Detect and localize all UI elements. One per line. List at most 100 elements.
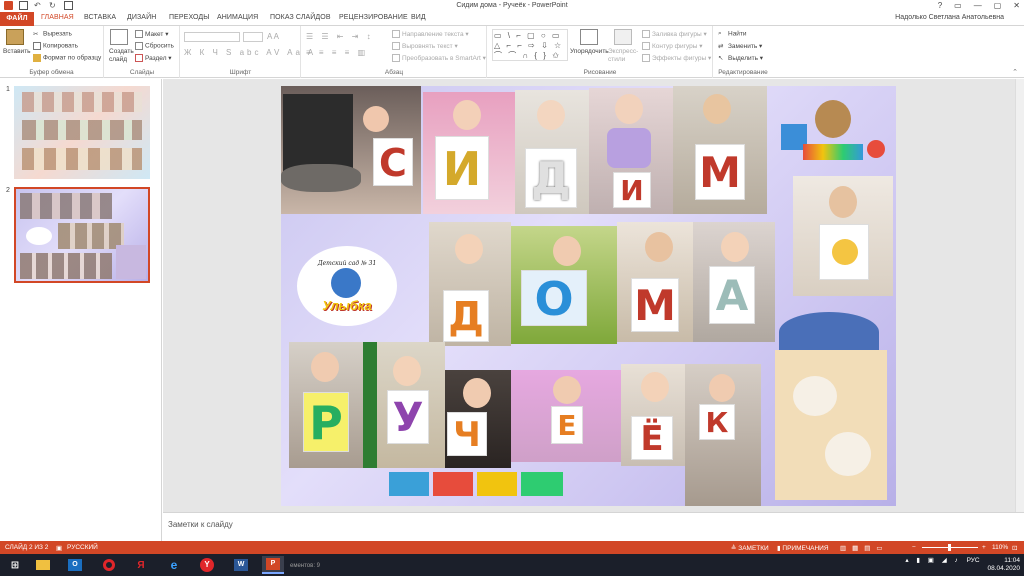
shape-effects-label: Эффекты фигуры [652, 55, 707, 62]
tab-design[interactable]: ДИЗАЙН [127, 14, 156, 21]
tab-slideshow[interactable]: ПОКАЗ СЛАЙДОВ [270, 14, 331, 21]
thumbnail-number-1: 1 [6, 86, 10, 93]
zoom-in-button[interactable]: + [982, 544, 986, 551]
photo-kid-6 [793, 176, 893, 296]
cut-button[interactable]: ✂ Вырезать [33, 30, 72, 38]
layout-label: Макет [145, 31, 164, 38]
shape-fill-button[interactable]: Заливка фигуры ▾ [642, 30, 707, 39]
tab-insert[interactable]: ВСТАВКА [84, 14, 116, 21]
select-button[interactable]: ↖ Выделить ▾ [718, 54, 763, 62]
font-size-select[interactable] [243, 32, 263, 42]
notes-placeholder[interactable]: Заметки к слайду [168, 520, 233, 529]
group-label-editing: Редактирование [718, 69, 768, 76]
tab-animation[interactable]: АНИМАЦИЯ [217, 14, 258, 21]
yandex-browser-icon[interactable]: Я [130, 556, 152, 574]
slide-canvas[interactable]: С И Д И М Детский сад № 31 Улыбка Д О М … [281, 86, 896, 506]
photo-kid-8: О [511, 226, 617, 344]
internet-explorer-icon[interactable]: e [163, 556, 185, 574]
quick-styles-button[interactable]: Экспресс-стили [608, 48, 638, 64]
notes-pane[interactable]: Заметки к слайду [163, 512, 1024, 541]
find-label: Найти [728, 30, 747, 38]
close-button[interactable]: ✕ [1013, 1, 1020, 10]
paste-button[interactable]: Вставить [3, 48, 31, 55]
format-painter-button[interactable]: Формат по образцу [33, 54, 101, 62]
tab-file[interactable]: ФАЙЛ [0, 12, 34, 26]
user-name[interactable]: Надолько Светлана Анатольевна [895, 14, 1004, 21]
window-controls: ? ▭ — ▢ ✕ [938, 1, 1020, 10]
replace-icon: ⇄ [718, 43, 724, 51]
notes-toggle-button[interactable]: ≜ ЗАМЕТКИ [731, 544, 769, 552]
tray-icons[interactable]: ▴ ▮ ▣ ◢ ♪ [905, 557, 960, 564]
file-explorer-icon[interactable] [32, 556, 54, 574]
start-button[interactable]: ⊞ [4, 556, 26, 574]
find-button[interactable]: ⌕ Найти [718, 30, 747, 38]
opera-icon[interactable] [98, 556, 120, 574]
replace-button[interactable]: ⇄ Заменить ▾ [718, 42, 762, 50]
tab-view[interactable]: ВИД [411, 14, 426, 21]
letter-card: К [699, 404, 735, 440]
letter-card: М [631, 278, 679, 332]
shape-effects-button[interactable]: Эффекты фигуры ▾ [642, 54, 711, 63]
clock-date[interactable]: 08.04.2020 [987, 565, 1020, 573]
powerpoint-taskbar-icon[interactable]: P [262, 556, 284, 574]
slide-thumbnail-1[interactable] [14, 86, 150, 179]
logo-caption: Детский сад № 31 [317, 260, 377, 267]
zoom-out-button[interactable]: − [912, 544, 916, 551]
copy-button[interactable]: Копировать [33, 42, 78, 50]
search-icon: ⌕ [718, 30, 722, 37]
ribbon-display-options-button[interactable]: ▭ [954, 1, 962, 10]
shapes-gallery[interactable]: ▭ \ ⌐ ▢ ○ ▭ △ ⌐ ⌐ ⇨ ⇩ ☆ ⌒ ⌒ ∩ { } ✩ [492, 29, 568, 61]
group-label-paragraph: Абзац [384, 69, 404, 76]
letter-card: Р [303, 392, 349, 452]
photo-kid-16: К [685, 364, 761, 506]
collapse-ribbon-icon[interactable]: ⌃ [1012, 68, 1018, 76]
letter-card: И [613, 172, 651, 208]
section-button[interactable]: Раздел ▾ [135, 54, 172, 63]
language-indicator[interactable]: РУССКИЙ [67, 544, 98, 551]
help-button[interactable]: ? [938, 1, 942, 10]
keyboard-language[interactable]: РУС [967, 557, 980, 564]
maximize-button[interactable]: ▢ [994, 1, 1002, 10]
bunny-house-illustration [765, 306, 895, 506]
slide-thumbnail-2[interactable] [14, 187, 150, 283]
hidden-status-text: ементов: 9 [290, 563, 320, 569]
list-icons[interactable]: ☰ ☰ ⇤ ⇥ ↕ [306, 32, 374, 41]
view-switcher[interactable]: ▥▦▤▭ [840, 544, 889, 552]
smartart-button[interactable]: Преобразовать в SmartArt ▾ [392, 54, 486, 63]
tab-home[interactable]: ГЛАВНАЯ [41, 14, 74, 21]
align-icons[interactable]: ≡ ≡ ≡ ≡ ▥ [306, 48, 368, 57]
shape-outline-button[interactable]: Контур фигуры ▾ [642, 42, 703, 51]
letter-card: Д [443, 290, 489, 342]
align-text-button[interactable]: Выровнять текст ▾ [392, 42, 458, 51]
clock-time[interactable]: 11:04 [987, 557, 1020, 565]
spellcheck-icon[interactable]: ▣ [56, 544, 62, 552]
new-slide-button[interactable]: Создать слайд [109, 48, 134, 64]
zoom-slider-thumb[interactable] [948, 544, 951, 551]
outlook-icon[interactable]: O [64, 556, 86, 574]
fit-slide-icon[interactable]: ⊡ [1012, 544, 1017, 552]
section-icon [135, 54, 143, 63]
group-label-drawing: Рисование [583, 69, 617, 76]
copy-icon [33, 42, 41, 50]
font-name-select[interactable] [184, 32, 240, 42]
zoom-level[interactable]: 110% [992, 544, 1008, 551]
minimize-button[interactable]: — [974, 1, 982, 10]
arrange-button[interactable]: Упорядочить [570, 48, 609, 55]
cursor-icon: ↖ [718, 55, 724, 63]
tab-review[interactable]: РЕЦЕНЗИРОВАНИЕ [339, 14, 408, 21]
train-car [477, 472, 517, 496]
group-drawing: ▭ \ ⌐ ▢ ○ ▭ △ ⌐ ⌐ ⇨ ⇩ ☆ ⌒ ⌒ ∩ { } ✩ Упоряд… [488, 26, 713, 78]
comments-toggle-button[interactable]: ▮ ПРИМЕЧАНИЯ [777, 544, 829, 552]
text-direction-button[interactable]: Направление текста ▾ [392, 30, 469, 39]
layout-button[interactable]: Макет ▾ [135, 30, 168, 39]
kid-shirt [607, 128, 651, 168]
arrange-icon [580, 29, 598, 45]
vertical-scrollbar[interactable] [1015, 79, 1024, 512]
house-roof [779, 312, 879, 352]
reset-button[interactable]: Сбросить [135, 42, 174, 50]
font-grow-icon[interactable]: A A [267, 32, 279, 41]
word-icon[interactable]: W [230, 556, 252, 574]
yandex-icon[interactable]: Y [196, 556, 218, 574]
tab-transitions[interactable]: ПЕРЕХОДЫ [169, 14, 210, 21]
font-format-icons[interactable]: Ж К Ч S abc AV Aa A [184, 48, 316, 57]
